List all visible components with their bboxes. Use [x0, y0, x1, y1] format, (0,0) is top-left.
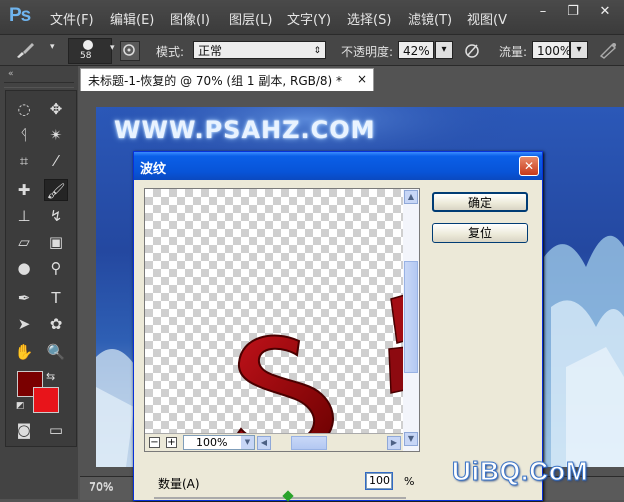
dialog-close-button[interactable]: ✕	[519, 156, 539, 176]
filter-preview[interactable]: ▲ ▼ − + 100% ▼ ◀ ▶	[144, 188, 420, 452]
scroll-down-icon[interactable]: ▼	[404, 432, 418, 446]
scroll-up-icon[interactable]: ▲	[404, 190, 418, 204]
document-tab[interactable]: 未标题-1-恢复的 @ 70% (组 1 副本, RGB/8) * ×	[80, 68, 374, 91]
opacity-label: 不透明度:	[341, 45, 394, 59]
flow-dropdown-icon[interactable]: ▾	[570, 41, 588, 59]
clone-stamp-tool-icon[interactable]: ⊥	[12, 205, 36, 227]
zoom-out-button[interactable]: −	[149, 437, 160, 448]
amount-label: 数量(A)	[158, 477, 200, 491]
menu-edit[interactable]: 编辑(E)	[110, 9, 154, 28]
menu-bar: Ps 文件(F) 编辑(E) 图像(I) 图层(L) 文字(Y) 选择(S) 滤…	[0, 0, 624, 35]
document-tab-title: 未标题-1-恢复的 @ 70% (组 1 副本, RGB/8) *	[88, 74, 343, 88]
quick-mask-icon[interactable]: ◙	[12, 419, 36, 441]
scroll-right-icon[interactable]: ▶	[387, 436, 401, 450]
canvas-zoom-label: 70%	[89, 480, 114, 493]
panel-grip[interactable]	[4, 82, 74, 88]
blur-tool-icon[interactable]: ●	[12, 257, 36, 279]
collapse-panel-icon[interactable]: «	[8, 69, 14, 79]
background-color-swatch[interactable]	[33, 387, 59, 413]
lasso-tool-icon[interactable]: ᛩ	[12, 124, 36, 146]
flow-label: 流量:	[499, 45, 528, 59]
preview-vertical-scrollbar[interactable]: ▲ ▼	[403, 189, 419, 451]
options-bar: ▾ 58 ▾ 模式: 正常 ⇕ 不透明度: 42% ▾ 流量: 100% ▾	[0, 35, 624, 66]
type-tool-icon[interactable]: T	[44, 287, 68, 309]
brush-tip-icon	[83, 40, 93, 50]
zoom-tool-icon[interactable]: 🔍	[44, 341, 68, 363]
document-tab-close-icon[interactable]: ×	[357, 72, 367, 86]
banner-text: WWW.PSAHZ.COM	[114, 116, 376, 144]
eyedropper-tool-icon[interactable]: ⁄	[44, 150, 68, 172]
preview-zoom-value: 100%	[196, 436, 228, 449]
swap-colors-icon[interactable]: ⇆	[46, 370, 55, 383]
dialog-title-bar[interactable]: 波纹 ✕	[134, 152, 542, 180]
reset-button[interactable]: 复位	[432, 223, 528, 243]
dodge-tool-icon[interactable]: ⚲	[44, 257, 68, 279]
preview-bottom-bar: − + 100% ▼ ◀ ▶	[145, 433, 403, 451]
pressure-opacity-icon[interactable]	[462, 41, 482, 59]
photoshop-logo: Ps	[9, 5, 31, 26]
brush-tool-icon[interactable]	[14, 41, 36, 59]
menu-image[interactable]: 图像(I)	[170, 9, 210, 28]
scroll-left-icon[interactable]: ◀	[257, 436, 271, 450]
eraser-tool-icon[interactable]: ▱	[12, 231, 36, 253]
shape-tool-icon[interactable]: ✿	[44, 313, 68, 335]
crop-tool-icon[interactable]: ⌗	[12, 150, 36, 172]
amount-slider-handle[interactable]	[282, 490, 294, 502]
mode-label: 模式:	[156, 45, 185, 59]
path-selection-tool-icon[interactable]: ➤	[12, 313, 36, 335]
brush-picker-arrow-icon[interactable]: ▾	[110, 43, 115, 53]
ripple-filter-dialog: 波纹 ✕ ▲ ▼ − + 100% ▼ ◀ ▶ 确定 复位 数量(A) 100 …	[133, 151, 543, 502]
zoom-dropdown-icon: ▼	[241, 436, 254, 449]
gradient-tool-icon[interactable]: ▣	[44, 231, 68, 253]
vertical-scroll-thumb[interactable]	[404, 261, 418, 373]
menu-type[interactable]: 文字(Y)	[287, 9, 331, 28]
menu-select[interactable]: 选择(S)	[347, 9, 391, 28]
menu-filter[interactable]: 滤镜(T)	[408, 9, 452, 28]
menu-view[interactable]: 视图(V	[467, 9, 507, 28]
brush-size-value: 58	[80, 51, 92, 61]
marquee-tool-icon[interactable]: ◌	[12, 98, 36, 120]
blend-mode-select[interactable]: 正常 ⇕	[193, 41, 326, 59]
brush-preset-picker[interactable]: 58	[68, 38, 112, 64]
move-tool-icon[interactable]: ✥	[44, 98, 68, 120]
toolbox: ◌ ✥ ᛩ ✴ ⌗ ⁄ ✚ 🖌 ⊥ ↯ ▱ ▣ ● ⚲ ✒ T ➤ ✿ ✋ 🔍 …	[5, 90, 77, 447]
amount-unit: %	[404, 475, 415, 488]
healing-brush-tool-icon[interactable]: ✚	[12, 179, 36, 201]
default-colors-icon[interactable]: ◩	[16, 401, 25, 411]
magic-wand-tool-icon[interactable]: ✴	[44, 124, 68, 146]
menu-layer[interactable]: 图层(L)	[229, 9, 272, 28]
ok-button[interactable]: 确定	[432, 192, 528, 212]
airbrush-icon[interactable]	[598, 41, 618, 59]
zoom-in-button[interactable]: +	[166, 437, 177, 448]
watermark-logo: UiBQ.CoM	[452, 456, 589, 487]
minimize-button[interactable]: –	[530, 4, 556, 20]
brush-panel-toggle-icon[interactable]	[120, 41, 140, 61]
screen-mode-icon[interactable]: ▭	[44, 419, 68, 441]
red-letter-art	[201, 294, 412, 451]
hand-tool-icon[interactable]: ✋	[12, 341, 36, 363]
horizontal-scroll-thumb[interactable]	[291, 436, 327, 450]
tool-preset-dropdown-icon[interactable]: ▾	[50, 42, 55, 52]
preview-zoom-select[interactable]: 100% ▼	[183, 435, 255, 450]
menu-file[interactable]: 文件(F)	[50, 9, 94, 28]
flow-input[interactable]: 100%	[532, 41, 571, 59]
amount-input[interactable]: 100	[365, 472, 393, 490]
select-arrows-icon: ⇕	[313, 46, 321, 56]
pen-tool-icon[interactable]: ✒	[12, 287, 36, 309]
opacity-dropdown-icon[interactable]: ▾	[435, 41, 453, 59]
blend-mode-value: 正常	[198, 44, 223, 58]
brush-tool-selected-icon[interactable]: 🖌	[44, 179, 68, 201]
dialog-title: 波纹	[140, 162, 167, 177]
close-window-button[interactable]: ✕	[592, 4, 618, 20]
opacity-input[interactable]: 42%	[398, 41, 434, 59]
history-brush-tool-icon[interactable]: ↯	[44, 205, 68, 227]
restore-button[interactable]: ❐	[560, 4, 586, 20]
